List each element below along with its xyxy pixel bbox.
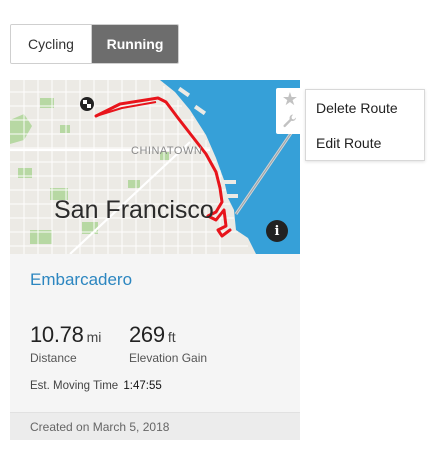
created-date: Created on March 5, 2018: [30, 420, 170, 434]
distance-label: Distance: [30, 351, 77, 365]
map-graphic: [10, 80, 300, 254]
route-options-menu: Delete Route Edit Route: [305, 89, 425, 161]
elevation-unit: ft: [167, 329, 176, 345]
route-card: CHINATOWN San Francisco i Embarcadero 10…: [10, 80, 300, 440]
activity-type-toggle: Cycling Running: [10, 24, 179, 64]
wrench-icon[interactable]: [276, 110, 304, 132]
tab-running[interactable]: Running: [92, 25, 178, 63]
edit-route-item[interactable]: Edit Route: [316, 135, 381, 151]
route-tools: ★: [276, 88, 304, 134]
moving-time: Est. Moving Time 1:47:55: [30, 380, 162, 392]
moving-time-label: Est. Moving Time: [30, 380, 119, 392]
district-label: CHINATOWN: [131, 145, 203, 157]
tab-cycling[interactable]: Cycling: [11, 25, 92, 63]
distance-value: 10.78: [30, 322, 84, 347]
route-name-link[interactable]: Embarcadero: [30, 270, 132, 290]
elevation-value: 269: [129, 322, 165, 347]
moving-time-value: 1:47:55: [123, 380, 162, 392]
card-footer: Created on March 5, 2018: [10, 412, 300, 440]
delete-route-item[interactable]: Delete Route: [316, 100, 398, 116]
star-icon[interactable]: ★: [276, 88, 304, 110]
distance-unit: mi: [86, 329, 102, 345]
elevation-stat: 269 ft Elevation Gain: [129, 322, 207, 365]
wrench-glyph: [283, 114, 296, 128]
info-icon[interactable]: i: [266, 220, 288, 242]
city-label: San Francisco: [54, 196, 214, 224]
route-map[interactable]: CHINATOWN San Francisco i: [10, 80, 300, 254]
distance-stat: 10.78 mi Distance: [30, 322, 101, 365]
elevation-label: Elevation Gain: [129, 351, 208, 365]
checkered-flag-icon: [80, 97, 94, 111]
